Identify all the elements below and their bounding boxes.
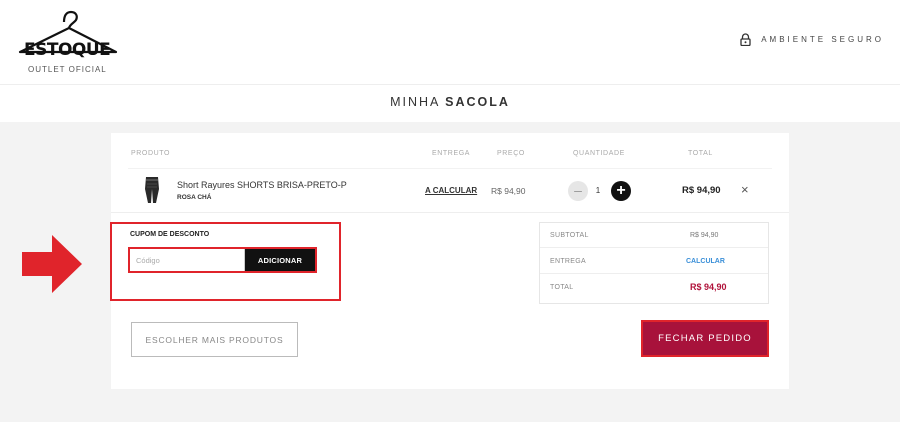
header-quantidade: QUANTIDADE bbox=[573, 150, 625, 157]
item-total: R$ 94,90 bbox=[682, 185, 721, 196]
divider bbox=[111, 212, 789, 213]
header-entrega: ENTREGA bbox=[432, 150, 471, 157]
checkout-button[interactable]: FECHAR PEDIDO bbox=[641, 320, 769, 357]
brand-wordmark: ESTOQUE bbox=[24, 40, 111, 60]
delivery-label: ENTREGA bbox=[550, 258, 586, 265]
quantity-decrease-button[interactable]: – bbox=[568, 181, 588, 201]
secure-badge: AMBIENTE SEGURO bbox=[740, 33, 884, 46]
coupon-code-input[interactable] bbox=[130, 249, 245, 271]
divider bbox=[128, 168, 772, 169]
continue-shopping-button[interactable]: ESCOLHER MAIS PRODUTOS bbox=[131, 322, 298, 357]
add-coupon-button[interactable]: ADICIONAR bbox=[245, 249, 315, 271]
page-title-light: MINHA bbox=[390, 95, 440, 109]
red-arrow-icon bbox=[22, 235, 82, 293]
calculate-delivery-link[interactable]: A CALCULAR bbox=[425, 186, 477, 195]
quantity-increase-button[interactable]: + bbox=[611, 181, 631, 201]
product-name[interactable]: Short Rayures SHORTS BRISA-PRETO-P bbox=[177, 180, 347, 190]
calculate-delivery-button[interactable]: CALCULAR bbox=[686, 258, 725, 265]
header-produto: PRODUTO bbox=[131, 150, 171, 157]
product-thumbnail[interactable] bbox=[143, 175, 161, 205]
lock-icon bbox=[740, 33, 751, 46]
header-preco: PREÇO bbox=[497, 150, 525, 157]
total-label: TOTAL bbox=[550, 284, 574, 291]
secure-label: AMBIENTE SEGURO bbox=[761, 35, 884, 44]
page-title-bold: SACOLA bbox=[445, 95, 510, 109]
brand-tagline: OUTLET OFICIAL bbox=[28, 65, 107, 74]
coupon-form: ADICIONAR bbox=[128, 247, 317, 273]
product-brand: ROSA CHÁ bbox=[177, 194, 212, 201]
order-summary: SUBTOTAL R$ 94,90 ENTREGA CALCULAR TOTAL… bbox=[539, 222, 769, 304]
remove-item-icon[interactable]: × bbox=[741, 182, 749, 197]
product-price: R$ 94,90 bbox=[491, 186, 526, 196]
total-value: R$ 94,90 bbox=[690, 282, 727, 292]
summary-row-total: TOTAL R$ 94,90 bbox=[540, 275, 768, 300]
page-title: MINHA SACOLA bbox=[0, 95, 900, 109]
quantity-value[interactable]: 1 bbox=[593, 186, 603, 195]
header-total: TOTAL bbox=[688, 150, 713, 157]
coupon-title: CUPOM DE DESCONTO bbox=[130, 231, 210, 238]
summary-row-delivery: ENTREGA CALCULAR bbox=[540, 249, 768, 274]
subtotal-value: R$ 94,90 bbox=[690, 232, 719, 239]
subtotal-label: SUBTOTAL bbox=[550, 232, 589, 239]
summary-row-subtotal: SUBTOTAL R$ 94,90 bbox=[540, 223, 768, 248]
brand-logo[interactable]: ESTOQUE OUTLET OFICIAL bbox=[10, 4, 120, 80]
